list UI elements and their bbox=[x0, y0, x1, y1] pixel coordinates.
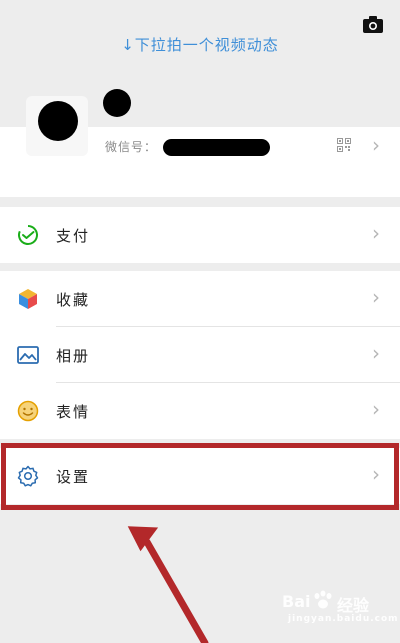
image-icon bbox=[17, 346, 39, 364]
menu-item-label: 相册 bbox=[56, 347, 91, 365]
pull-down-hint[interactable]: ↓下拉拍一个视频动态 bbox=[0, 34, 400, 55]
menu-item-label: 表情 bbox=[56, 403, 91, 421]
menu-item-pay[interactable]: 支付 › bbox=[0, 207, 400, 263]
watermark-brand-suffix: 经验 bbox=[337, 596, 370, 615]
menu-item-favorites[interactable]: 收藏 › bbox=[0, 271, 400, 327]
baidu-watermark: Bai 经验 jingyan.baidu.com bbox=[282, 590, 398, 632]
paw-icon bbox=[314, 590, 332, 609]
chevron-right-icon: › bbox=[372, 221, 380, 245]
menu-item-stickers[interactable]: 表情 › bbox=[0, 383, 400, 439]
chevron-right-icon: › bbox=[372, 285, 380, 309]
qr-code-icon[interactable] bbox=[337, 138, 351, 152]
menu-item-label: 支付 bbox=[56, 227, 91, 245]
wechat-id-label: 微信号： bbox=[105, 140, 158, 154]
cube-icon bbox=[19, 289, 37, 309]
nickname-redaction bbox=[103, 89, 131, 117]
smile-icon bbox=[17, 400, 39, 422]
watermark-domain: jingyan.baidu.com bbox=[288, 614, 399, 624]
watermark-brand: Bai bbox=[282, 592, 311, 611]
chevron-right-icon: › bbox=[372, 341, 380, 365]
profile-chevron-icon[interactable]: › bbox=[372, 133, 380, 157]
chevron-right-icon: › bbox=[372, 397, 380, 421]
menu-item-album[interactable]: 相册 › bbox=[0, 327, 400, 383]
avatar-redaction bbox=[38, 101, 78, 141]
wechat-id-redaction bbox=[163, 139, 270, 156]
camera-icon[interactable] bbox=[362, 14, 384, 34]
pay-icon bbox=[18, 225, 38, 245]
menu-item-label: 收藏 bbox=[56, 291, 91, 309]
settings-highlight-box bbox=[1, 443, 399, 510]
